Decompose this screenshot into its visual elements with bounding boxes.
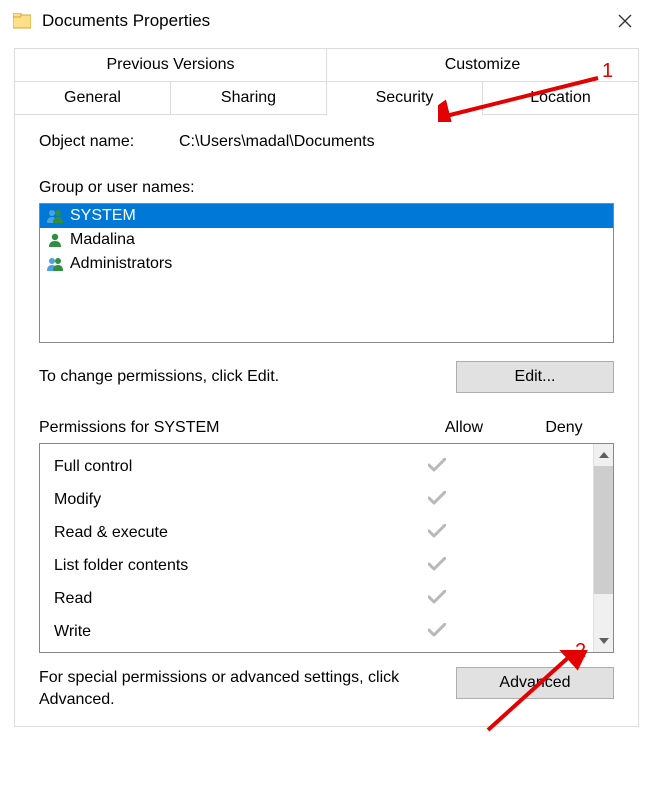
list-item[interactable]: Administrators	[40, 252, 613, 276]
tab-row-1: Previous Versions Customize	[15, 49, 638, 82]
list-item[interactable]: SYSTEM	[40, 204, 613, 228]
tab-location[interactable]: Location	[483, 82, 638, 115]
check-icon	[428, 587, 446, 609]
user-icon	[46, 231, 64, 249]
list-item-label: Madalina	[70, 231, 135, 249]
permission-row: Modify	[54, 483, 581, 516]
allow-cell	[389, 455, 485, 478]
permission-row: Read & execute	[54, 516, 581, 549]
allow-cell	[389, 587, 485, 610]
object-name-label: Object name:	[39, 133, 179, 151]
tab-previous-versions[interactable]: Previous Versions	[15, 49, 327, 81]
permission-row: Read	[54, 582, 581, 615]
edit-hint: To change permissions, click Edit.	[39, 368, 456, 386]
tab-row-2: General Sharing Security Location	[15, 82, 638, 115]
allow-column-header: Allow	[414, 419, 514, 437]
tab-general[interactable]: General	[15, 82, 171, 115]
tabs: Previous Versions Customize General Shar…	[14, 48, 639, 727]
group-icon	[46, 255, 64, 273]
advanced-button[interactable]: Advanced	[456, 667, 614, 699]
allow-cell	[389, 620, 485, 643]
folder-icon	[12, 11, 32, 31]
close-button[interactable]	[607, 7, 643, 35]
list-item[interactable]: Madalina	[40, 228, 613, 252]
permission-row: List folder contents	[54, 549, 581, 582]
permission-name: Full control	[54, 458, 389, 476]
permission-name: Read & execute	[54, 524, 389, 542]
group-users-label: Group or user names:	[39, 179, 614, 197]
titlebar: Documents Properties	[0, 0, 653, 42]
permissions-list: Full control Modify Read & execute List fol…	[39, 443, 614, 653]
list-item-label: Administrators	[70, 255, 172, 273]
check-icon	[428, 521, 446, 543]
window-title: Documents Properties	[42, 11, 607, 31]
permission-name: Read	[54, 590, 389, 608]
tab-customize[interactable]: Customize	[327, 49, 638, 81]
advanced-hint: For special permissions or advanced sett…	[39, 667, 456, 710]
permission-name: Write	[54, 623, 389, 641]
tab-security[interactable]: Security	[327, 82, 483, 116]
object-path: C:\Users\madal\Documents	[179, 133, 375, 151]
permissions-header: Permissions for SYSTEM	[39, 419, 414, 437]
check-icon	[428, 488, 446, 510]
allow-cell	[389, 488, 485, 511]
edit-button[interactable]: Edit...	[456, 361, 614, 393]
group-icon	[46, 207, 64, 225]
list-item-label: SYSTEM	[70, 207, 136, 225]
scrollbar[interactable]	[593, 444, 613, 652]
deny-column-header: Deny	[514, 419, 614, 437]
scroll-thumb[interactable]	[594, 466, 613, 594]
check-icon	[428, 554, 446, 576]
permission-name: List folder contents	[54, 557, 389, 575]
scroll-down-button[interactable]	[594, 630, 613, 652]
check-icon	[428, 620, 446, 642]
permission-row: Write	[54, 615, 581, 648]
check-icon	[428, 455, 446, 477]
users-listbox[interactable]: SYSTEM Madalina Administrators	[39, 203, 614, 343]
permission-row: Full control	[54, 450, 581, 483]
permission-name: Modify	[54, 491, 389, 509]
scroll-up-button[interactable]	[594, 444, 613, 466]
allow-cell	[389, 554, 485, 577]
security-tab-panel: Object name: C:\Users\madal\Documents Gr…	[15, 115, 638, 726]
allow-cell	[389, 521, 485, 544]
tab-sharing[interactable]: Sharing	[171, 82, 327, 115]
